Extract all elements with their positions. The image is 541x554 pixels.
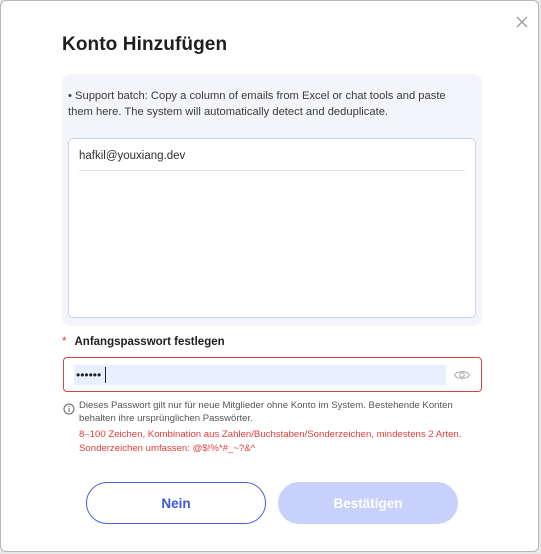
batch-hint: • Support batch: Copy a column of emails… xyxy=(68,90,446,118)
dialog-title: Konto Hinzufügen xyxy=(62,34,228,55)
eye-icon xyxy=(453,371,471,379)
toggle-password-visibility-button[interactable] xyxy=(453,367,471,383)
password-info-text: Dieses Passwort gilt nur für neue Mitgli… xyxy=(79,400,453,424)
password-label-text: Anfangspasswort festlegen xyxy=(74,336,225,348)
password-rules-line-2: Sonderzeichen umfassen: @$!%*#_~?&^ xyxy=(79,442,256,454)
add-account-dialog: Konto Hinzufügen • Support batch: Copy a… xyxy=(0,0,539,552)
password-input[interactable] xyxy=(74,365,446,385)
batch-panel: • Support batch: Copy a column of emails… xyxy=(62,74,482,326)
confirm-button[interactable]: Bestätigen xyxy=(278,482,458,524)
required-mark: * xyxy=(62,336,67,348)
close-icon xyxy=(516,16,528,28)
password-rules: 8–100 Zeichen, Kombination aus Zahlen/Bu… xyxy=(79,428,489,455)
password-field[interactable] xyxy=(63,357,482,392)
info-icon xyxy=(63,403,75,415)
email-input-area[interactable]: hafkil@youxiang.dev xyxy=(68,138,476,318)
password-rules-line-1: 8–100 Zeichen, Kombination aus Zahlen/Bu… xyxy=(79,429,462,440)
cancel-button[interactable]: Nein xyxy=(86,482,266,524)
email-entry[interactable]: hafkil@youxiang.dev xyxy=(79,149,465,171)
text-caret xyxy=(105,367,106,383)
password-label: * Anfangspasswort festlegen xyxy=(62,336,225,348)
close-button[interactable] xyxy=(513,13,531,31)
